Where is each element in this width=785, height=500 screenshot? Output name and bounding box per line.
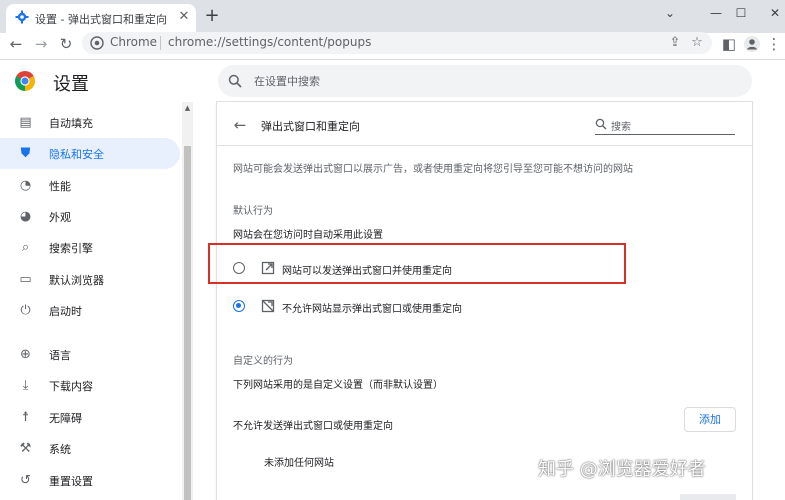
subpage-title: 弹出式窗口和重定向: [261, 120, 360, 133]
description-text: 网站可能会发送弹出式窗口以展示广告，或者使用重定向将您引导至您可能不想访问的网站: [233, 164, 633, 175]
default-behavior-subheading: 网站会在您访问时自动采用此设置: [233, 230, 383, 241]
sidebar-item-label: 语言: [49, 349, 71, 362]
sidebar-item-search-engine[interactable]: ⌕ 搜索引擎: [0, 232, 180, 263]
tab-title: 设置 - 弹出式窗口和重定向: [35, 13, 167, 26]
sidebar-item-system[interactable]: ⚒ 系统: [0, 433, 180, 464]
settings-header: 设置 在设置中搜索: [0, 60, 785, 102]
default-behavior-heading: 默认行为: [233, 206, 273, 217]
block-list-label: 不允许发送弹出式窗口或使用重定向: [233, 421, 393, 432]
search-icon: [228, 74, 242, 88]
tab-settings[interactable]: 设置 - 弹出式窗口和重定向 ✕: [6, 4, 196, 33]
close-window-button[interactable]: ✕: [752, 0, 785, 26]
sidebar-item-reset[interactable]: ↺ 重置设置: [0, 465, 180, 496]
shield-icon: ⛊: [20, 146, 31, 161]
sidebar-item-privacy[interactable]: ⛊ 隐私和安全: [0, 138, 180, 169]
tab-close-icon[interactable]: ✕: [176, 9, 192, 25]
settings-search-input[interactable]: 在设置中搜索: [218, 65, 752, 97]
divider: [217, 145, 752, 146]
clipboard-icon: ▤: [19, 115, 32, 130]
sidebar-item-autofill[interactable]: ▤ 自动填充: [0, 107, 180, 138]
sidebar-item-label: 性能: [49, 180, 71, 193]
sidebar-item-downloads[interactable]: ⤓ 下载内容: [0, 370, 180, 401]
gear-icon: [15, 10, 29, 24]
sidebar-item-label: 外观: [49, 211, 71, 224]
sidebar-item-on-startup[interactable]: ⏻ 启动时: [0, 295, 180, 326]
highlight-box: [208, 243, 626, 284]
page-title: 设置: [53, 74, 89, 95]
share-icon[interactable]: ⇪: [666, 34, 684, 52]
popups-settings-card: ← 弹出式窗口和重定向 搜索 网站可能会发送弹出式窗口以展示广告，或者使用重定向…: [217, 102, 752, 500]
sidebar-item-label: 启动时: [49, 305, 82, 318]
address-separator: [160, 36, 161, 50]
reload-button[interactable]: ↻: [55, 33, 77, 55]
sidebar-item-label: 自动填充: [49, 117, 93, 130]
search-icon: [595, 118, 607, 130]
accessibility-icon: ☨: [21, 410, 30, 425]
power-icon: ⏻: [20, 303, 31, 318]
download-icon: ⤓: [22, 378, 29, 393]
back-arrow-icon[interactable]: ←: [231, 116, 249, 134]
origin-chip: Chrome: [110, 35, 158, 49]
sidebar-item-label: 隐私和安全: [49, 148, 104, 161]
watermark-text: 知乎 @浏览器爱好者: [538, 459, 706, 480]
block-popups-label[interactable]: 不允许网站显示弹出式窗口或使用重定向: [282, 300, 462, 315]
tab-search-chevron-icon[interactable]: ⌄: [647, 0, 693, 26]
globe-icon: ⊕: [20, 347, 31, 362]
partial-button-edge: [680, 494, 736, 500]
menu-icon[interactable]: ⋮: [766, 33, 782, 55]
sidebar-item-accessibility[interactable]: ☨ 无障碍: [0, 402, 180, 433]
gauge-icon: ◔: [19, 178, 32, 193]
address-bar[interactable]: Chrome chrome://settings/content/popups …: [82, 32, 712, 54]
forward-button[interactable]: →: [30, 33, 52, 55]
chrome-secure-icon: [90, 36, 104, 50]
sidebar-item-label: 默认浏览器: [49, 274, 104, 287]
search-icon: ⌕: [21, 240, 30, 255]
subpage-search-placeholder: 搜索: [611, 122, 631, 133]
block-popups-radio[interactable]: [233, 300, 245, 312]
url-text[interactable]: chrome://settings/content/popups: [168, 35, 371, 49]
side-panel-icon[interactable]: ◧: [718, 33, 740, 55]
add-site-button[interactable]: 添加: [684, 407, 736, 432]
browser-icon: ▭: [19, 272, 32, 287]
sidebar-item-appearance[interactable]: ◕ 外观: [0, 201, 180, 232]
sidebar-item-languages[interactable]: ⊕ 语言: [0, 339, 180, 370]
chrome-logo-icon: [15, 71, 35, 91]
sidebar-item-label: 重置设置: [49, 475, 93, 488]
tab-strip: 设置 - 弹出式窗口和重定向 ✕ + ⌄ — ☐ ✕: [0, 0, 785, 33]
wrench-icon: ⚒: [19, 441, 32, 456]
browser-toolbar: ← → ↻ Chrome chrome://settings/content/p…: [0, 32, 785, 55]
subpage-search-input[interactable]: 搜索: [595, 115, 735, 135]
settings-sidebar: ▤ 自动填充 ⛊ 隐私和安全 ◔ 性能 ◕ 外观 ⌕ 搜索引擎 ▭ 默认浏览器 …: [0, 102, 182, 500]
popup-blocked-icon: [261, 299, 275, 313]
new-tab-button[interactable]: +: [202, 6, 222, 26]
profile-avatar-icon[interactable]: [744, 36, 760, 52]
custom-behavior-heading: 自定义的行为: [233, 356, 293, 367]
palette-icon: ◕: [19, 209, 32, 224]
sidebar-item-default-browser[interactable]: ▭ 默认浏览器: [0, 264, 180, 295]
restore-icon: ↺: [20, 473, 31, 488]
back-button[interactable]: ←: [5, 33, 27, 55]
scroll-up-arrow-icon[interactable]: ▲: [184, 104, 191, 112]
sidebar-item-label: 无障碍: [49, 412, 82, 425]
sidebar-scrollbar-thumb[interactable]: [184, 146, 191, 500]
sidebar-item-label: 系统: [49, 443, 71, 456]
custom-behavior-subheading: 下列网站采用的是自定义设置（而非默认设置）: [233, 380, 443, 391]
bookmark-star-icon[interactable]: ☆: [688, 34, 706, 52]
sidebar-item-label: 搜索引擎: [49, 242, 93, 255]
empty-list-text: 未添加任何网站: [264, 458, 334, 469]
sidebar-item-performance[interactable]: ◔ 性能: [0, 170, 180, 201]
sidebar-item-label: 下载内容: [49, 380, 93, 393]
search-placeholder: 在设置中搜索: [254, 75, 320, 88]
